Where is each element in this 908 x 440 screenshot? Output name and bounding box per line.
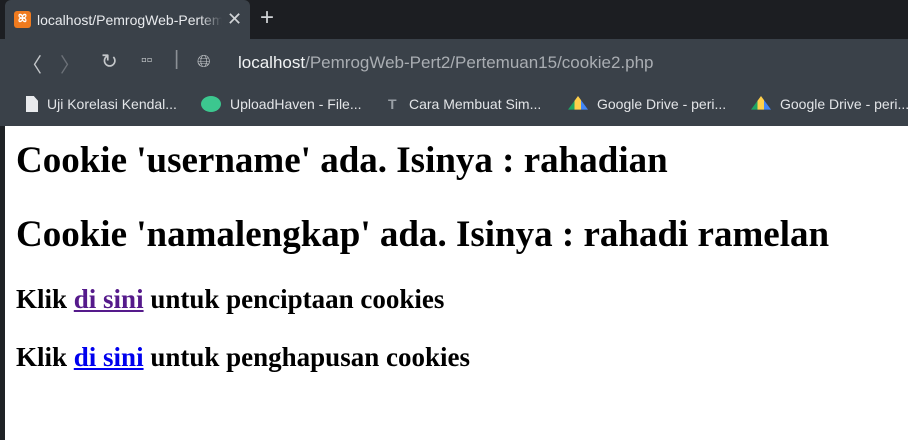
- address-bar[interactable]: localhost/PemrogWeb-Pert2/Pertemuan15/co…: [238, 53, 654, 73]
- namalengkap-cookie-heading: Cookie 'namalengkap' ada. Isinya : rahad…: [16, 214, 830, 255]
- divider: |: [174, 48, 180, 70]
- speed-dial-icon[interactable]: ▫▫: [141, 52, 152, 70]
- t-icon: T: [388, 96, 397, 112]
- bookmark-item[interactable]: T Cara Membuat Sim...: [388, 96, 541, 112]
- bookmark-item[interactable]: Google Drive - peri...: [751, 96, 908, 112]
- bookmark-label: Google Drive - peri...: [597, 96, 727, 112]
- delete-cookies-link[interactable]: di sini: [74, 342, 144, 372]
- forward-icon[interactable]: 〉: [60, 49, 80, 78]
- text: untuk penciptaan cookies: [143, 284, 445, 314]
- url-path: /PemrogWeb-Pert2/Pertemuan15/cookie2.php: [305, 53, 654, 72]
- url-host: localhost: [238, 53, 306, 72]
- google-drive-icon: [568, 96, 588, 110]
- page-content: Cookie 'username' ada. Isinya : rahadian…: [5, 126, 908, 440]
- text: Klik: [16, 342, 74, 372]
- bookmark-label: UploadHaven - File...: [230, 96, 362, 112]
- tab-title: localhost/PemrogWeb-Pertemuan15/cookie2.…: [37, 11, 222, 28]
- cloud-icon: [201, 96, 221, 112]
- username-cookie-heading: Cookie 'username' ada. Isinya : rahadian: [16, 140, 668, 181]
- text: Klik: [16, 284, 74, 314]
- tab-strip: ꕤ localhost/PemrogWeb-Pertemuan15/cookie…: [0, 0, 908, 39]
- back-icon[interactable]: 〈: [22, 49, 42, 78]
- new-tab-icon[interactable]: +: [260, 4, 274, 32]
- text: untuk penghapusan cookies: [143, 342, 470, 372]
- delete-cookies-line: Klik di sini untuk penghapusan cookies: [16, 342, 470, 373]
- xampp-icon: ꕤ: [14, 11, 31, 28]
- create-cookies-line: Klik di sini untuk penciptaan cookies: [16, 284, 444, 315]
- google-drive-icon: [751, 96, 771, 110]
- bookmark-item[interactable]: Google Drive - peri...: [568, 96, 726, 112]
- file-icon: [26, 96, 38, 112]
- bookmark-item[interactable]: Uji Korelasi Kendal...: [26, 96, 177, 112]
- bookmark-label: Google Drive - peri...: [780, 96, 908, 112]
- bookmark-label: Uji Korelasi Kendal...: [47, 96, 177, 112]
- create-cookies-link[interactable]: di sini: [74, 284, 144, 314]
- browser-tab[interactable]: ꕤ localhost/PemrogWeb-Pertemuan15/cookie…: [5, 0, 250, 39]
- bookmark-item[interactable]: UploadHaven - File...: [201, 96, 362, 112]
- bookmarks-bar: Uji Korelasi Kendal... UploadHaven - Fil…: [0, 87, 908, 126]
- close-tab-icon[interactable]: ✕: [227, 9, 242, 30]
- globe-icon: 🌐︎: [197, 52, 211, 71]
- bookmark-label: Cara Membuat Sim...: [409, 96, 542, 112]
- reload-icon[interactable]: ↻: [101, 49, 118, 74]
- toolbar: 〈 〉 ↻ ▫▫ | 🌐︎ localhost/PemrogWeb-Pert2/…: [0, 39, 908, 87]
